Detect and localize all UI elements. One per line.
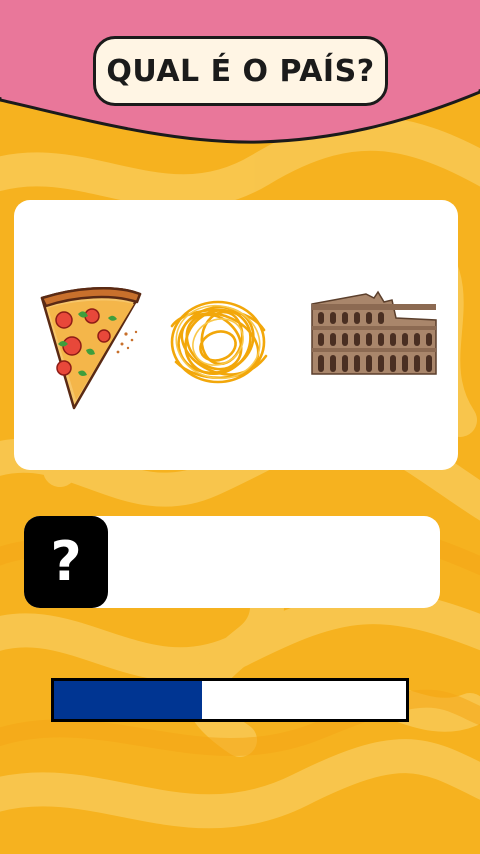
clue-card <box>14 200 458 470</box>
timer-progress-bar <box>51 678 409 722</box>
pizza-icon <box>34 286 149 416</box>
question-mark-badge: ? <box>24 516 108 608</box>
answer-bar[interactable]: ? <box>24 516 440 608</box>
spaghetti-icon <box>166 296 272 388</box>
timer-progress-fill <box>54 681 202 719</box>
colosseum-icon <box>308 290 440 380</box>
question-mark-icon: ? <box>50 530 82 593</box>
question-title: QUAL É O PAÍS? <box>93 36 388 106</box>
